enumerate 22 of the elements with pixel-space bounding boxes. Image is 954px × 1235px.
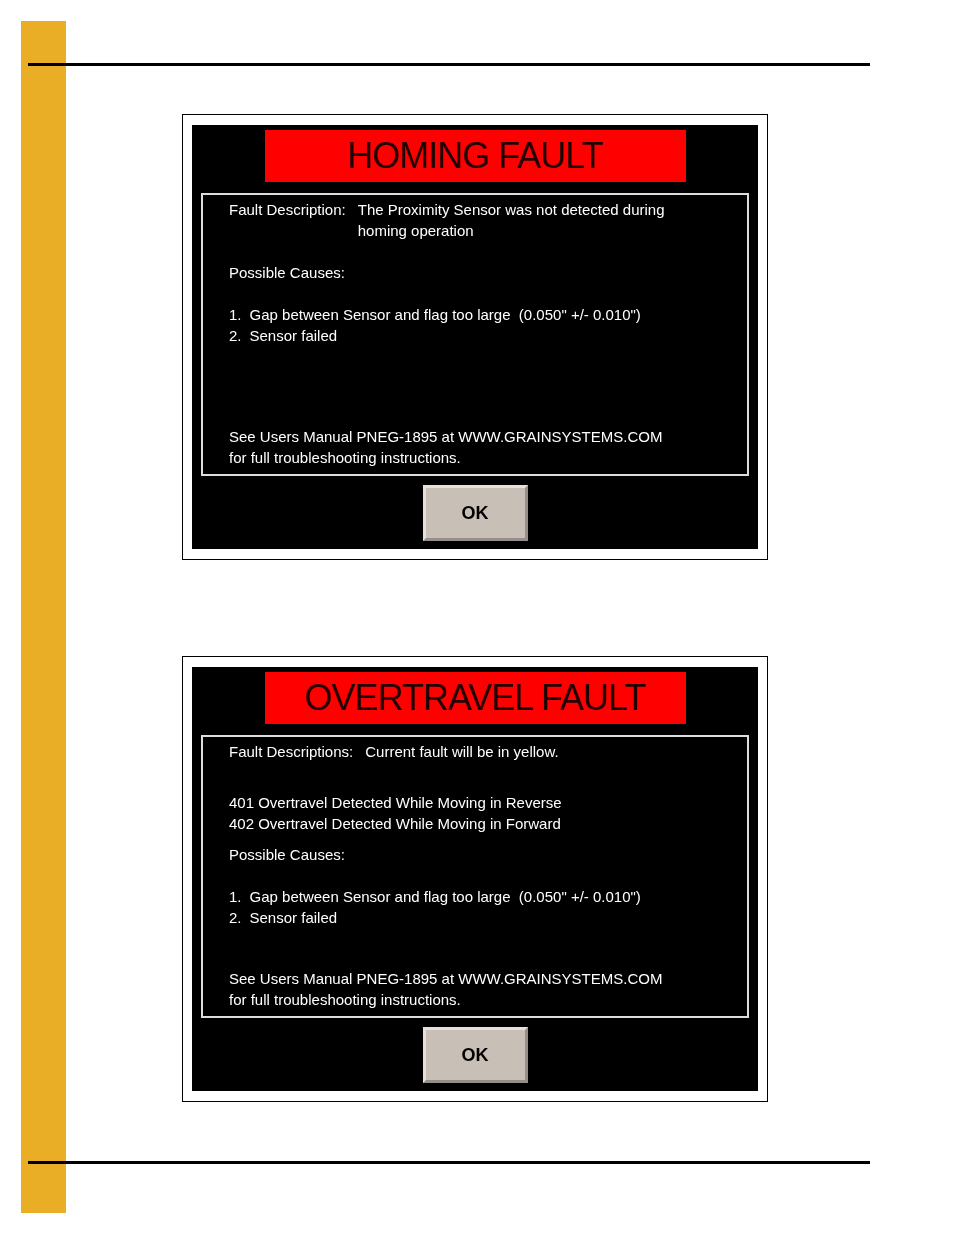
list-text: Gap between Sensor and flag too large (0.050" +/- 0.010"): [249, 887, 641, 907]
field-label: Fault Description:: [229, 200, 346, 220]
list-text: Gap between Sensor and flag too large (0.050" +/- 0.010"): [249, 305, 641, 325]
list-text: Sensor failed: [249, 908, 338, 928]
field-label: Fault Descriptions:: [229, 742, 354, 762]
field-value: The Proximity Sensor was not detected during homing operation: [357, 200, 666, 241]
ok-button[interactable]: OK: [422, 485, 528, 541]
note-text: See Users Manual PNEG-1895 at WWW.GRAINSYSTEMS.COM for full troubleshooting instructions.: [229, 427, 664, 468]
field-value: Current fault will be in yellow.: [365, 742, 560, 762]
list-number: 1.: [229, 305, 242, 325]
list-text: Sensor failed: [249, 326, 338, 346]
fault-title: HOMING FAULT: [264, 130, 686, 182]
list-number: 1.: [229, 887, 242, 907]
fault-code-line: 401 Overtravel Detected While Moving in Reverse: [229, 793, 563, 813]
section-heading: Possible Causes:: [229, 263, 346, 283]
section-heading: Possible Causes:: [229, 845, 346, 865]
ok-button[interactable]: OK: [422, 1027, 528, 1083]
fault-title: OVERTRAVEL FAULT: [264, 672, 686, 724]
fault-code-line: 402 Overtravel Detected While Moving in Forward: [229, 814, 562, 834]
note-text: See Users Manual PNEG-1895 at WWW.GRAINSYSTEMS.COM for full troubleshooting instructions.: [229, 969, 664, 1010]
list-number: 2.: [229, 908, 242, 928]
list-number: 2.: [229, 326, 242, 346]
